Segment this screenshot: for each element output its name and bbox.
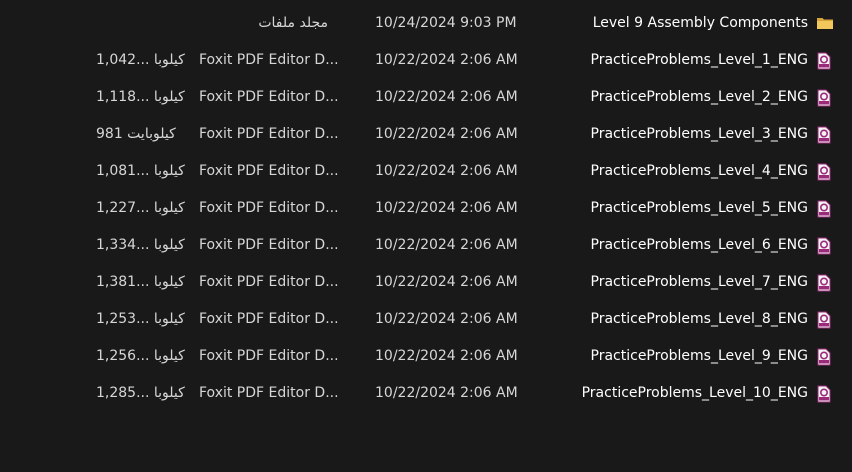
- file-name: PracticeProblems_Level_9_ENG: [590, 348, 808, 364]
- file-type: Foxit PDF Editor D...: [199, 52, 339, 68]
- file-name: PracticeProblems_Level_10_ENG: [581, 385, 808, 401]
- file-type: Foxit PDF Editor D...: [199, 385, 339, 401]
- file-date: 10/22/2024 2:06 AM: [375, 348, 518, 364]
- file-date: 10/22/2024 2:06 AM: [375, 274, 518, 290]
- pdf-file-icon: [816, 52, 832, 70]
- file-date: 10/24/2024 9:03 PM: [375, 15, 517, 31]
- list-item-file[interactable]: PracticeProblems_Level_10_ENG 10/22/2024…: [0, 375, 852, 411]
- file-date: 10/22/2024 2:06 AM: [375, 126, 518, 142]
- file-size: 1,227... كيلوبا: [96, 200, 185, 216]
- file-size: 1,334... كيلوبا: [96, 237, 185, 253]
- folder-icon: [816, 15, 833, 31]
- file-date: 10/22/2024 2:06 AM: [375, 311, 518, 327]
- file-type: مجلد ملفات: [258, 15, 328, 31]
- file-name: PracticeProblems_Level_3_ENG: [590, 126, 808, 142]
- file-type: Foxit PDF Editor D...: [199, 311, 339, 327]
- file-size: 1,081... كيلوبا: [96, 163, 185, 179]
- file-size: 1,118... كيلوبا: [96, 89, 185, 105]
- pdf-file-icon: [816, 237, 832, 255]
- file-type: Foxit PDF Editor D...: [199, 237, 339, 253]
- file-date: 10/22/2024 2:06 AM: [375, 89, 518, 105]
- file-size: 1,253... كيلوبا: [96, 311, 185, 327]
- list-item-folder[interactable]: Level 9 Assembly Components 10/24/2024 9…: [0, 5, 852, 41]
- pdf-file-icon: [816, 89, 832, 107]
- pdf-file-icon: [816, 385, 832, 403]
- file-name: PracticeProblems_Level_2_ENG: [590, 89, 808, 105]
- list-item-file[interactable]: PracticeProblems_Level_3_ENG 10/22/2024 …: [0, 116, 852, 152]
- pdf-file-icon: [816, 348, 832, 366]
- file-date: 10/22/2024 2:06 AM: [375, 200, 518, 216]
- file-type: Foxit PDF Editor D...: [199, 348, 339, 364]
- file-size: 981 كيلوبايت: [96, 126, 176, 142]
- file-date: 10/22/2024 2:06 AM: [375, 52, 518, 68]
- file-name: PracticeProblems_Level_6_ENG: [590, 237, 808, 253]
- file-type: Foxit PDF Editor D...: [199, 200, 339, 216]
- file-size: [96, 5, 186, 41]
- file-size: 1,285... كيلوبا: [96, 385, 185, 401]
- list-item-file[interactable]: PracticeProblems_Level_1_ENG 10/22/2024 …: [0, 42, 852, 78]
- file-type: Foxit PDF Editor D...: [199, 89, 339, 105]
- list-item-file[interactable]: PracticeProblems_Level_8_ENG 10/22/2024 …: [0, 301, 852, 337]
- file-type: Foxit PDF Editor D...: [199, 126, 339, 142]
- pdf-file-icon: [816, 200, 832, 218]
- file-name: PracticeProblems_Level_1_ENG: [590, 52, 808, 68]
- file-name: Level 9 Assembly Components: [592, 15, 808, 31]
- pdf-file-icon: [816, 126, 832, 144]
- pdf-file-icon: [816, 311, 832, 329]
- file-type: Foxit PDF Editor D...: [199, 274, 339, 290]
- file-name: PracticeProblems_Level_7_ENG: [590, 274, 808, 290]
- list-item-file[interactable]: PracticeProblems_Level_2_ENG 10/22/2024 …: [0, 79, 852, 115]
- pdf-file-icon: [816, 274, 832, 292]
- file-name: PracticeProblems_Level_5_ENG: [590, 200, 808, 216]
- list-item-file[interactable]: PracticeProblems_Level_4_ENG 10/22/2024 …: [0, 153, 852, 189]
- file-size: 1,042... كيلوبا: [96, 52, 185, 68]
- file-date: 10/22/2024 2:06 AM: [375, 385, 518, 401]
- file-size: 1,381... كيلوبا: [96, 274, 185, 290]
- list-item-file[interactable]: PracticeProblems_Level_7_ENG 10/22/2024 …: [0, 264, 852, 300]
- list-item-file[interactable]: PracticeProblems_Level_9_ENG 10/22/2024 …: [0, 338, 852, 374]
- file-size: 1,256... كيلوبا: [96, 348, 185, 364]
- file-name: PracticeProblems_Level_4_ENG: [590, 163, 808, 179]
- list-item-file[interactable]: PracticeProblems_Level_5_ENG 10/22/2024 …: [0, 190, 852, 226]
- file-type: Foxit PDF Editor D...: [199, 163, 339, 179]
- file-date: 10/22/2024 2:06 AM: [375, 163, 518, 179]
- file-date: 10/22/2024 2:06 AM: [375, 237, 518, 253]
- file-name: PracticeProblems_Level_8_ENG: [590, 311, 808, 327]
- file-list: Level 9 Assembly Components 10/24/2024 9…: [0, 0, 852, 472]
- list-item-file[interactable]: PracticeProblems_Level_6_ENG 10/22/2024 …: [0, 227, 852, 263]
- pdf-file-icon: [816, 163, 832, 181]
